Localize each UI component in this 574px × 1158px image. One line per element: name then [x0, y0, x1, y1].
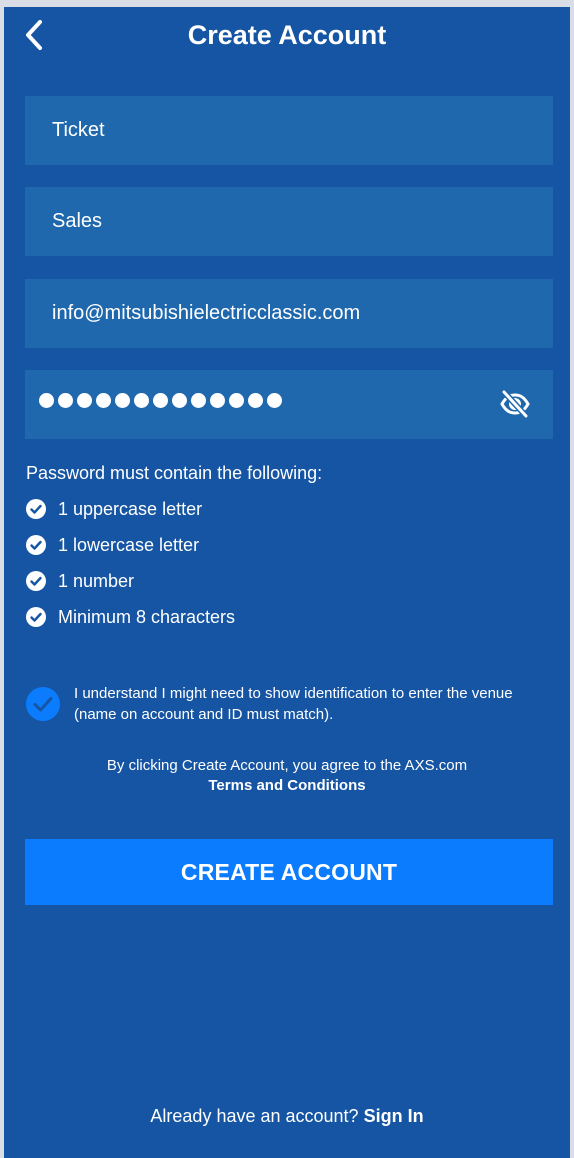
agreement-checkbox[interactable] [26, 687, 60, 721]
requirement-label: 1 number [58, 570, 135, 591]
page-title: Create Account [187, 20, 387, 50]
password-dot [153, 393, 168, 408]
password-dot [58, 393, 73, 408]
password-dot [229, 393, 244, 408]
requirement-item: 1 uppercase letter [26, 491, 235, 527]
password-dot [134, 393, 149, 408]
password-dot [115, 393, 130, 408]
password-dot [191, 393, 206, 408]
terms-notice: By clicking Create Account, you agree to… [4, 756, 570, 796]
password-field[interactable]: ●●●●●●●●●●●●● [25, 370, 553, 439]
requirement-label: 1 lowercase letter [58, 534, 200, 555]
password-requirements-list: 1 uppercase letter 1 lowercase letter 1 … [26, 491, 235, 635]
check-circle-icon [26, 499, 46, 519]
check-circle-icon [26, 607, 46, 627]
password-dot [267, 393, 282, 408]
password-dot [248, 393, 263, 408]
create-account-screen: Create Account ●●●●●●●●●●●●● Password mu… [4, 7, 570, 1158]
signin-prompt: Already have an account? Sign In [4, 1104, 570, 1128]
check-circle-icon [26, 535, 46, 555]
requirement-label: Minimum 8 characters [58, 606, 236, 627]
first-name-field[interactable] [25, 96, 553, 165]
password-dot [96, 393, 111, 408]
last-name-field[interactable] [25, 187, 553, 256]
requirement-item: Minimum 8 characters [26, 599, 235, 635]
check-circle-icon [26, 571, 46, 591]
terms-prefix: By clicking Create Account, you agree to… [106, 757, 468, 774]
password-dot [77, 393, 92, 408]
password-dot [210, 393, 225, 408]
last-name-input[interactable] [52, 187, 512, 256]
create-account-button[interactable]: CREATE ACCOUNT [25, 839, 553, 905]
requirement-item: 1 lowercase letter [26, 527, 235, 563]
requirement-label: 1 uppercase letter [58, 498, 203, 519]
signin-prompt-text: Already have an account? [150, 1106, 359, 1126]
password-dot [39, 393, 54, 408]
password-dot [172, 393, 187, 408]
password-input[interactable]: ●●●●●●●●●●●●● [39, 393, 282, 408]
id-agreement: I understand I might need to show identi… [26, 683, 556, 725]
first-name-input[interactable] [52, 96, 512, 165]
header: Create Account [4, 7, 570, 63]
signin-link[interactable]: Sign In [364, 1106, 424, 1126]
eye-slash-icon[interactable] [499, 388, 531, 420]
requirement-item: 1 number [26, 563, 235, 599]
agreement-text: I understand I might need to show identi… [74, 685, 513, 723]
terms-link[interactable]: Terms and Conditions [4, 776, 570, 796]
email-input[interactable] [52, 279, 512, 348]
password-requirements-title: Password must contain the following: [26, 463, 323, 483]
email-field[interactable] [25, 279, 553, 348]
